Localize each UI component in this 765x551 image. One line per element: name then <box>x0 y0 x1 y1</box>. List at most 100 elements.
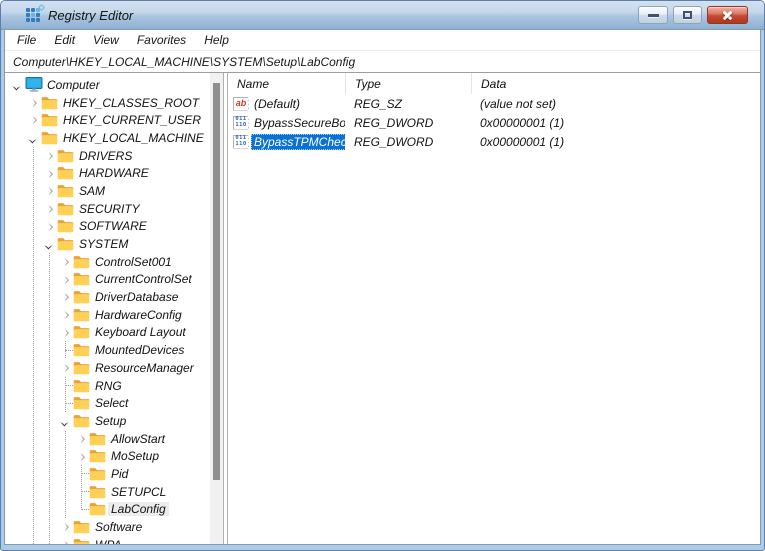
chevron-right-icon[interactable] <box>41 164 57 183</box>
tree-item-computer[interactable]: Computer <box>5 76 210 94</box>
tree-item-label: ResourceManager <box>95 360 194 375</box>
tree-item-select[interactable]: Select <box>5 394 210 412</box>
chevron-right-icon[interactable] <box>57 270 73 289</box>
folder-icon <box>73 538 92 544</box>
tree-item-wpa[interactable]: WPA <box>5 535 210 544</box>
tree-item-drivers[interactable]: DRIVERS <box>5 146 210 165</box>
tree-item-driverdatabase[interactable]: DriverDatabase <box>5 288 210 306</box>
folder-icon <box>57 219 76 233</box>
menu-help[interactable]: Help <box>195 33 238 47</box>
tree-connector-stub <box>81 508 89 510</box>
tree-item-currentcontrolset[interactable]: CurrentControlSet <box>5 270 210 289</box>
tree-item-controlset001[interactable]: ControlSet001 <box>5 252 210 271</box>
tree-item-setupcl[interactable]: SETUPCL <box>5 483 210 501</box>
folder-icon <box>73 520 92 534</box>
chevron-right-icon[interactable] <box>25 93 41 112</box>
chevron-right-icon[interactable] <box>41 217 57 236</box>
tree-item-hkey-local-machine[interactable]: HKEY_LOCAL_MACHINE <box>5 129 210 147</box>
chevron-right-icon[interactable] <box>25 111 41 130</box>
tree-connector <box>73 465 89 483</box>
tree-item-pid[interactable]: Pid <box>5 465 210 483</box>
tree-item-hardwareconfig[interactable]: HardwareConfig <box>5 305 210 324</box>
value-list: ab (Default) REG_SZ (value not set) 011 110 By… <box>228 94 760 151</box>
tree-item-mosetup[interactable]: MoSetup <box>5 447 210 466</box>
column-header-data[interactable]: Data <box>471 73 760 94</box>
value-data: 0x00000001 (1) <box>480 115 565 130</box>
chevron-down-icon[interactable] <box>41 235 57 253</box>
menu-view[interactable]: View <box>84 33 128 47</box>
chevron-right-icon[interactable] <box>41 182 57 200</box>
value-name-cell: 011 110 BypassTPMCheck <box>228 133 345 150</box>
minimize-button[interactable] <box>638 6 668 24</box>
tree-item-hardware[interactable]: HARDWARE <box>5 164 210 183</box>
folder-icon <box>73 414 92 428</box>
tree-item-label: SAM <box>79 183 106 198</box>
folder-icon <box>89 502 108 516</box>
chevron-right-icon[interactable] <box>57 535 73 544</box>
tree-item-mounteddevices[interactable]: MountedDevices <box>5 341 210 359</box>
folder-icon <box>57 166 76 180</box>
window-title: Registry Editor <box>48 7 134 23</box>
chevron-down-icon[interactable] <box>57 412 73 430</box>
value-row-bypasstpmcheck[interactable]: 011 110 BypassTPMCheck REG_DWORD 0x00000001 … <box>228 132 760 151</box>
tree-item-setup[interactable]: Setup <box>5 412 210 430</box>
chevron-right-icon[interactable] <box>57 323 73 342</box>
folder-icon <box>41 113 60 127</box>
chevron-right-icon[interactable] <box>57 359 73 377</box>
close-button[interactable] <box>707 6 748 24</box>
chevron-right-icon[interactable] <box>73 447 89 466</box>
tree-item-software[interactable]: Software <box>5 518 210 536</box>
chevron-down-icon[interactable] <box>25 129 41 147</box>
value-row-default[interactable]: ab (Default) REG_SZ (value not set) <box>228 94 760 113</box>
chevron-right-icon[interactable] <box>57 288 73 306</box>
menu-file[interactable]: File <box>8 33 45 47</box>
tree-connector <box>73 501 89 519</box>
maximize-button[interactable] <box>673 6 702 24</box>
tree-item-allowstart[interactable]: AllowStart <box>5 429 210 448</box>
menu-edit[interactable]: Edit <box>45 33 84 47</box>
menu-favorites[interactable]: Favorites <box>128 33 195 47</box>
column-header-type[interactable]: Type <box>345 73 471 94</box>
tree-vertical-scrollbar[interactable] <box>210 73 223 544</box>
tree-item-security[interactable]: SECURITY <box>5 199 210 218</box>
title-bar[interactable]: Registry Editor <box>1 1 764 30</box>
value-row-bypasssecureboot[interactable]: 011110 BypassSecureBoot REG_DWORD 0x0000000… <box>228 113 760 132</box>
folder-icon <box>73 361 92 375</box>
list-header: Name Type Data <box>228 73 760 94</box>
tree-item-resourcemanager[interactable]: ResourceManager <box>5 359 210 377</box>
tree-item-rng[interactable]: RNG <box>5 377 210 395</box>
tree-item-hkey-current-user[interactable]: HKEY_CURRENT_USER <box>5 111 210 130</box>
tree-item-software[interactable]: SOFTWARE <box>5 217 210 236</box>
chevron-right-icon[interactable] <box>41 146 57 165</box>
chevron-down-icon[interactable] <box>9 76 25 94</box>
folder-icon <box>73 290 92 304</box>
tree-item-labconfig[interactable]: LabConfig <box>5 501 210 519</box>
tree: Computer HKEY_CLASSES_ROOT HKEY_CURRENT_US… <box>5 73 210 544</box>
tree-item-keyboard-layout[interactable]: Keyboard Layout <box>5 323 210 342</box>
chevron-right-icon[interactable] <box>57 518 73 536</box>
chevron-right-icon[interactable] <box>57 305 73 324</box>
tree-item-label: DriverDatabase <box>95 290 179 305</box>
tree-connector <box>57 341 73 359</box>
chevron-right-icon[interactable] <box>41 199 57 218</box>
column-header-name[interactable]: Name <box>228 73 345 94</box>
tree-item-system[interactable]: SYSTEM <box>5 235 210 253</box>
value-type: REG_DWORD <box>354 115 434 130</box>
chevron-right-icon[interactable] <box>73 429 89 448</box>
chevron-right-icon[interactable] <box>57 252 73 271</box>
tree-item-sam[interactable]: SAM <box>5 182 210 200</box>
address-bar[interactable]: Computer\HKEY_LOCAL_MACHINE\SYSTEM\Setup… <box>5 51 760 73</box>
tree-connector <box>73 483 89 501</box>
folder-icon <box>41 131 60 145</box>
value-list-pane: Name Type Data ab (Default) REG_SZ (value not… <box>227 73 760 544</box>
scrollbar-thumb[interactable] <box>213 83 220 480</box>
tree-item-hkey-classes-root[interactable]: HKEY_CLASSES_ROOT <box>5 93 210 112</box>
